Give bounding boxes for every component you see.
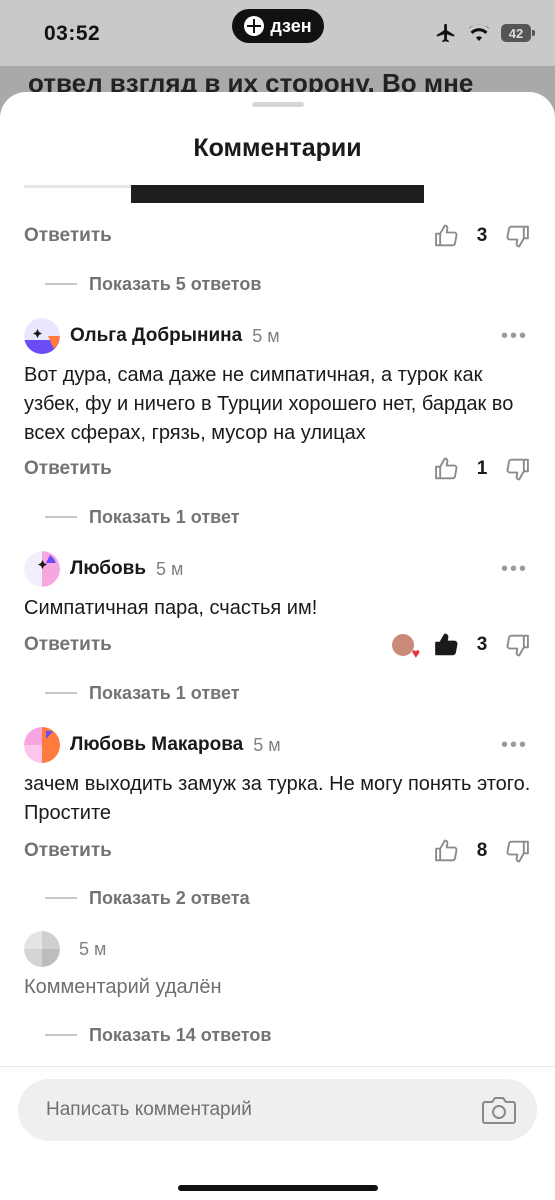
thumb-up-icon[interactable] — [432, 455, 460, 483]
comment-header: Любовь Макарова 5 м ••• — [24, 727, 532, 763]
comment-header: Любовь 5 м ••• — [24, 551, 532, 587]
comment-input-placeholder: Написать комментарий — [46, 1099, 252, 1120]
sheet-grabber[interactable] — [252, 102, 304, 107]
avatar[interactable] — [24, 318, 60, 354]
avatar[interactable] — [24, 551, 60, 587]
reply-button[interactable]: Ответить — [24, 458, 112, 480]
more-icon[interactable]: ••• — [501, 325, 528, 348]
status-time: 03:52 — [44, 22, 101, 45]
thumb-down-icon[interactable] — [504, 631, 532, 659]
wifi-icon — [468, 24, 490, 41]
comment-header: 5 м — [24, 931, 532, 967]
reply-button[interactable]: Ответить — [24, 840, 112, 862]
status-bar: 03:52 дзен 42 — [0, 0, 555, 66]
like-count: 1 — [476, 458, 488, 479]
comment-text: зачем выходить замуж за турка. Не могу п… — [24, 773, 531, 824]
thumb-up-icon[interactable] — [432, 222, 460, 250]
show-replies-label: Показать 2 ответа — [89, 887, 250, 908]
show-replies-link[interactable]: Показать 14 ответов — [24, 1021, 532, 1049]
like-count: 8 — [476, 840, 488, 861]
more-icon[interactable]: ••• — [501, 558, 528, 581]
dzen-badge: дзен — [232, 9, 324, 43]
vote-controls: 8 — [432, 837, 532, 865]
comment-composer: Написать комментарий — [0, 1066, 555, 1200]
dzen-logo-icon — [244, 16, 265, 36]
avatar — [24, 931, 60, 967]
like-count: 3 — [476, 634, 488, 655]
status-icons: 42 — [435, 22, 535, 44]
dzen-label: дзен — [270, 15, 312, 36]
camera-button[interactable] — [479, 1090, 519, 1130]
author-name[interactable]: Ольга Добрынина — [70, 325, 242, 347]
embedded-media-bar — [131, 185, 424, 203]
more-icon[interactable]: ••• — [501, 734, 528, 757]
thumb-down-icon[interactable] — [504, 455, 532, 483]
comment-input[interactable]: Написать комментарий — [18, 1079, 537, 1141]
author-name[interactable]: Любовь — [70, 558, 146, 580]
comment-actions: Ответить 3 — [24, 630, 532, 660]
like-count: 3 — [476, 225, 488, 246]
comment-time: 5 м — [79, 938, 107, 959]
comment-actions: Ответить 1 — [24, 454, 532, 484]
thumb-up-icon[interactable] — [432, 631, 460, 659]
author-name[interactable]: Любовь Макарова — [70, 734, 243, 756]
thumb-down-icon[interactable] — [504, 837, 532, 865]
replies-divider — [45, 692, 77, 694]
thumb-up-icon[interactable] — [432, 837, 460, 865]
show-replies-label: Показать 1 ответ — [89, 682, 240, 703]
airplane-icon — [436, 23, 455, 43]
vote-controls: 1 — [432, 455, 532, 483]
comment-actions: Ответить 8 — [24, 836, 532, 866]
replies-divider — [45, 516, 77, 518]
deleted-comment-text: Комментарий удалён — [24, 976, 222, 998]
sheet-title: Комментарии — [193, 134, 362, 162]
show-replies-link[interactable]: Показать 1 ответ — [24, 679, 532, 707]
show-replies-link[interactable]: Показать 2 ответа — [24, 884, 532, 912]
avatar[interactable] — [24, 727, 60, 763]
show-replies-link[interactable]: Показать 5 ответов — [24, 270, 532, 298]
home-indicator — [178, 1185, 378, 1191]
camera-icon — [482, 1097, 516, 1124]
comment-time: 5 м — [253, 734, 281, 755]
vote-controls: 3 — [432, 222, 532, 250]
thumb-down-icon[interactable] — [504, 222, 532, 250]
comment-header: Ольга Добрынина 5 м ••• — [24, 318, 532, 354]
show-replies-label: Показать 5 ответов — [89, 273, 262, 294]
reactor-avatar[interactable] — [390, 632, 420, 660]
show-replies-link[interactable]: Показать 1 ответ — [24, 503, 532, 531]
replies-divider — [45, 897, 77, 899]
comment-time: 5 м — [252, 325, 280, 346]
vote-controls: 3 — [390, 631, 532, 660]
reply-button[interactable]: Ответить — [24, 225, 112, 247]
replies-divider — [45, 283, 77, 285]
comments-sheet: Комментарии Ответить 3 Показать 5 ответо… — [0, 92, 555, 1200]
reply-button[interactable]: Ответить — [24, 634, 112, 656]
show-replies-label: Показать 1 ответ — [89, 506, 240, 527]
comment-text: Вот дура, сама даже не симпатичная, а ту… — [24, 364, 514, 444]
comment-time: 5 м — [156, 558, 184, 579]
replies-divider — [45, 1034, 77, 1036]
comment-text: Симпатичная пара, счастья им! — [24, 597, 318, 619]
comment-actions: Ответить 3 — [24, 221, 532, 251]
battery-icon: 42 — [501, 24, 535, 42]
show-replies-label: Показать 14 ответов — [89, 1024, 272, 1045]
